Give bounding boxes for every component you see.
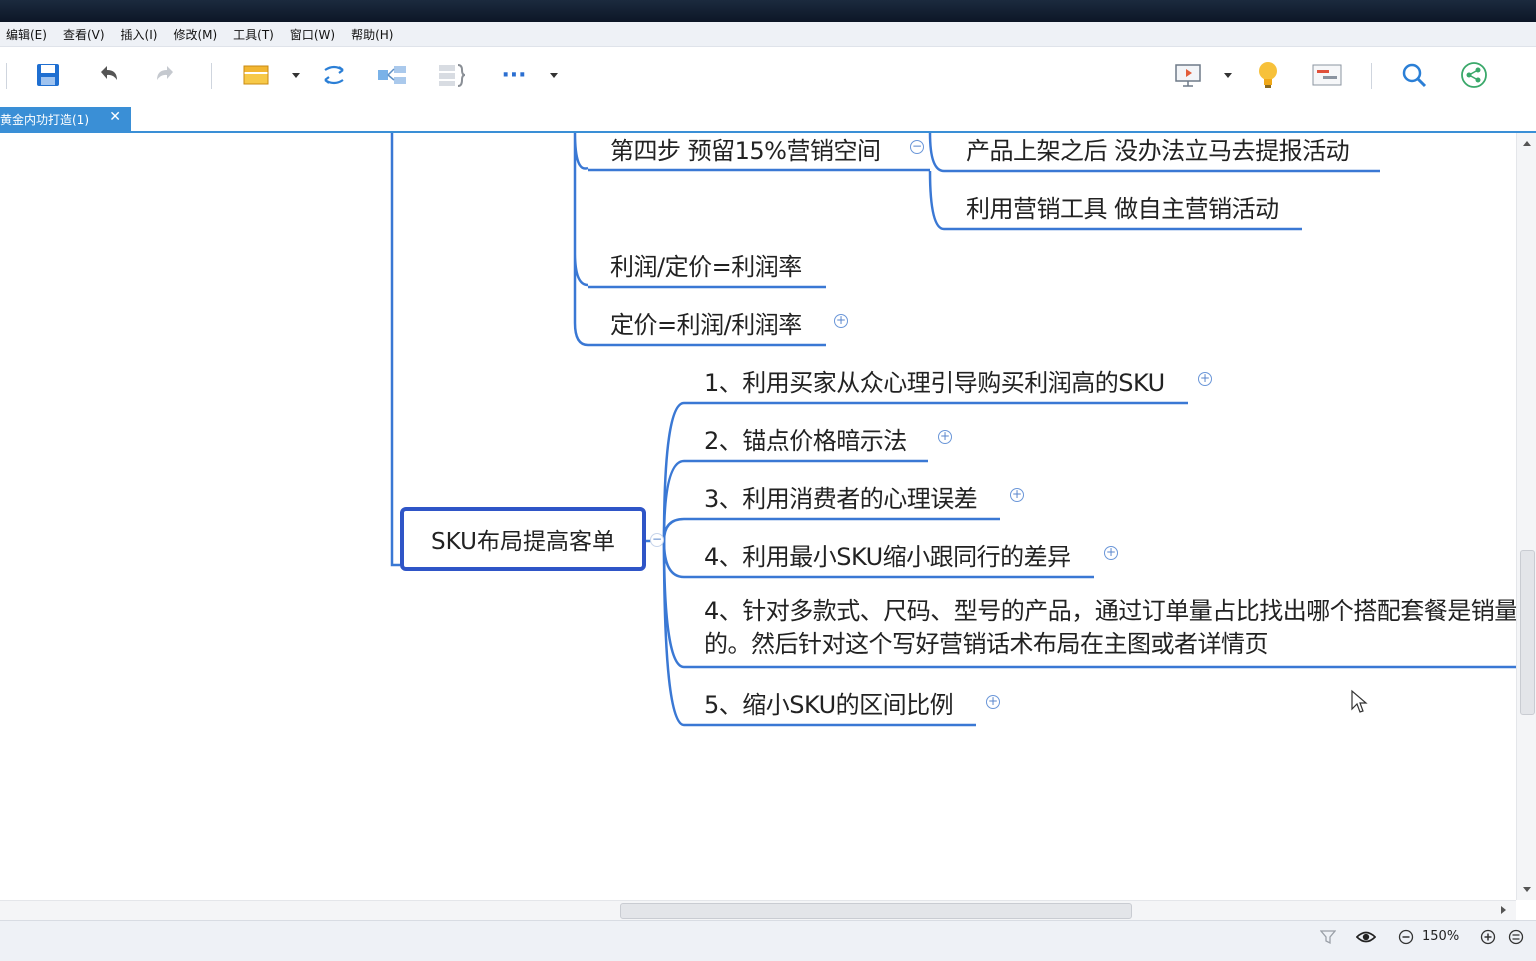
redo-icon[interactable] xyxy=(150,59,182,91)
zoom-level: 150% xyxy=(1422,929,1460,944)
close-icon[interactable]: ✕ xyxy=(109,109,121,125)
search-icon[interactable] xyxy=(1398,59,1430,91)
fit-view-icon[interactable] xyxy=(1506,927,1526,947)
scroll-right-icon[interactable] xyxy=(1501,906,1506,914)
topic-node[interactable]: 产品上架之后 没办法立马去提报活动 xyxy=(966,133,1350,166)
save-icon[interactable] xyxy=(32,59,64,91)
toolbar-separator xyxy=(211,63,212,89)
title-bar xyxy=(0,0,1536,22)
menu-tools[interactable]: 工具(T) xyxy=(233,26,274,43)
expand-icon[interactable]: + xyxy=(938,430,952,444)
menu-view[interactable]: 查看(V) xyxy=(63,26,105,43)
eye-icon[interactable] xyxy=(1356,927,1376,947)
root-topic[interactable]: SKU布局提高客单 xyxy=(400,507,646,571)
menu-window[interactable]: 窗口(W) xyxy=(290,26,335,43)
topic-node[interactable]: 第四步 预留15%营销空间 xyxy=(610,133,881,166)
menu-bar: 编辑(E) 查看(V) 插入(I) 修改(M) 工具(T) 窗口(W) 帮助(H… xyxy=(0,22,1536,47)
subtopic-node[interactable]: 5、缩小SKU的区间比例 xyxy=(704,685,954,720)
presentation-icon[interactable] xyxy=(1172,59,1204,91)
horizontal-scroll-thumb[interactable] xyxy=(620,903,1132,919)
topic-node[interactable]: 利用营销工具 做自主营销活动 xyxy=(966,189,1279,224)
menu-insert[interactable]: 插入(I) xyxy=(121,26,158,43)
expand-icon[interactable]: + xyxy=(1010,488,1024,502)
scroll-up-icon[interactable] xyxy=(1523,141,1531,146)
menu-modify[interactable]: 修改(M) xyxy=(173,26,217,43)
filter-icon[interactable] xyxy=(1318,927,1338,947)
scroll-down-icon[interactable] xyxy=(1523,887,1531,892)
more-dropdown-caret[interactable] xyxy=(550,73,558,78)
relationship-icon[interactable] xyxy=(318,59,350,91)
idea-icon[interactable] xyxy=(1252,59,1284,91)
mindmap-canvas[interactable]: 第四步 预留15%营销空间 − 利润/定价=利润率 定价=利润/利润率 + 产品… xyxy=(0,133,1516,900)
topic-dropdown-caret[interactable] xyxy=(292,73,300,78)
zoom-out-icon[interactable] xyxy=(1396,927,1416,947)
tab-document[interactable]: 黄金内功打造(1) ✕ xyxy=(0,107,131,131)
vertical-scroll-thumb[interactable] xyxy=(1520,550,1535,715)
expand-icon[interactable]: + xyxy=(1104,546,1118,560)
status-bar: 150% xyxy=(0,920,1536,961)
topic-icon[interactable] xyxy=(240,59,272,91)
tab-label: 黄金内功打造(1) xyxy=(0,112,89,127)
expand-icon[interactable]: + xyxy=(1198,372,1212,386)
subtopic-node[interactable]: 4、利用最小SKU缩小跟同行的差异 xyxy=(704,537,1071,572)
subtopic-node[interactable]: 3、利用消费者的心理误差 xyxy=(704,479,978,514)
vertical-scrollbar[interactable] xyxy=(1516,133,1536,900)
share-icon[interactable] xyxy=(1458,59,1490,91)
subtopic-node[interactable]: 1、利用买家从众心理引导购买利润高的SKU xyxy=(704,363,1165,398)
subtopic-node[interactable]: 4、针对多款式、尺码、型号的产品，通过订单量占比找出哪个搭配套餐是销量的。然后针… xyxy=(704,595,1516,661)
toolbar: ··· xyxy=(0,47,1536,103)
toolbar-separator xyxy=(6,63,7,89)
topic-node[interactable]: 利润/定价=利润率 xyxy=(610,247,802,282)
more-icon[interactable]: ··· xyxy=(498,59,530,91)
undo-icon[interactable] xyxy=(92,59,124,91)
summary-icon[interactable] xyxy=(376,59,408,91)
collapse-icon[interactable]: − xyxy=(650,533,664,547)
tab-bar: 黄金内功打造(1) ✕ xyxy=(0,103,1536,133)
zoom-in-icon[interactable] xyxy=(1478,927,1498,947)
expand-icon[interactable]: + xyxy=(834,314,848,328)
horizontal-scrollbar[interactable] xyxy=(0,900,1516,921)
menu-edit[interactable]: 编辑(E) xyxy=(6,26,47,43)
boundary-icon[interactable] xyxy=(436,59,468,91)
collapse-icon[interactable]: − xyxy=(910,140,924,154)
toolbar-separator xyxy=(1371,63,1372,89)
gantt-icon[interactable] xyxy=(1311,59,1343,91)
menu-help[interactable]: 帮助(H) xyxy=(351,26,393,43)
subtopic-node[interactable]: 2、锚点价格暗示法 xyxy=(704,421,907,456)
topic-node[interactable]: 定价=利润/利润率 xyxy=(610,305,802,340)
presentation-dropdown-caret[interactable] xyxy=(1224,73,1232,78)
expand-icon[interactable]: + xyxy=(986,695,1000,709)
